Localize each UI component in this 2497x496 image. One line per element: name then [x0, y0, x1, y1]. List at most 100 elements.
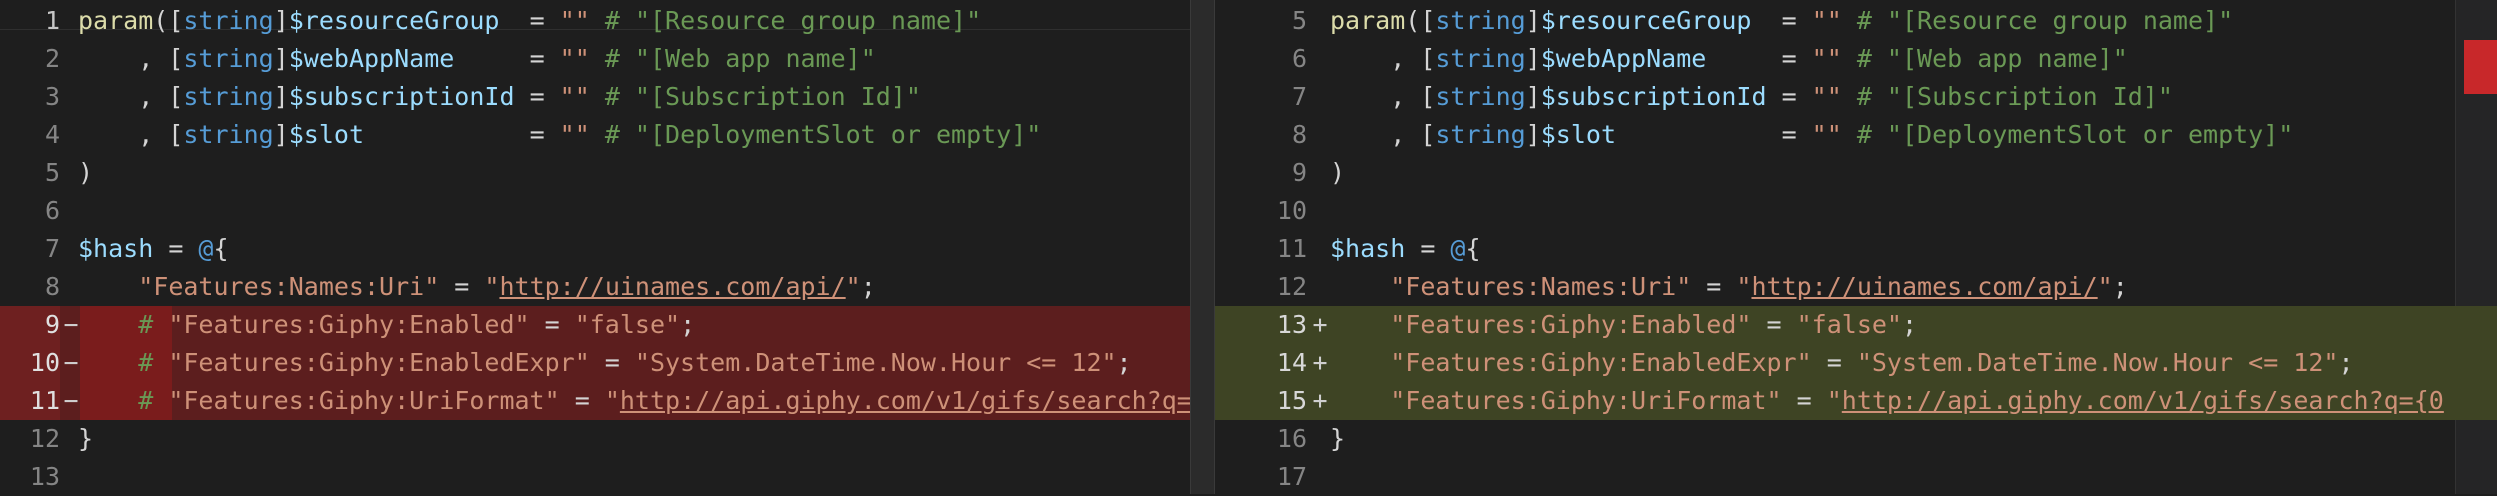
- code-text: , [string]$subscriptionId = "" # "[Subsc…: [1330, 78, 2173, 116]
- code-line[interactable]: 11 $hash = @{: [1215, 230, 2497, 268]
- code-token: "false": [1796, 310, 1902, 339]
- code-token: string: [1435, 120, 1526, 149]
- code-token: #: [78, 310, 169, 339]
- line-number: 3: [44, 82, 60, 111]
- line-number: 1: [44, 6, 60, 35]
- code-line[interactable]: 6: [0, 192, 1190, 230]
- code-token: param: [1330, 6, 1406, 35]
- code-line[interactable]: 16}: [1215, 420, 2497, 458]
- code-line[interactable]: 9): [1215, 154, 2497, 192]
- code-token: @: [198, 234, 214, 263]
- code-token: "Features:Giphy:UriFormat": [168, 386, 560, 415]
- code-token: , [: [1330, 44, 1436, 73]
- code-token: ]: [273, 44, 289, 73]
- code-text: , [string]$slot = "" # "[DeploymentSlot …: [1330, 116, 2293, 154]
- code-token: =: [1751, 310, 1797, 339]
- code-token: =: [1811, 348, 1857, 377]
- code-token: # "[Subscription Id]": [589, 82, 921, 111]
- code-token: "false": [574, 310, 681, 339]
- code-token: # "[Web app name]": [589, 44, 876, 73]
- added-line[interactable]: 14 + "Features:Giphy:EnabledExpr" = "Syst…: [1215, 344, 2497, 382]
- code-line[interactable]: 8 , [string]$slot = "" # "[DeploymentSlo…: [1215, 116, 2497, 154]
- deleted-line[interactable]: 9− # "Features:Giphy:Enabled" = "false";: [0, 306, 1190, 344]
- code-token: , [: [78, 120, 184, 149]
- code-token: #: [78, 348, 169, 377]
- code-token: #: [78, 386, 169, 415]
- code-token: "": [559, 44, 590, 73]
- code-token: {: [213, 234, 229, 263]
- code-text: # "Features:Giphy:EnabledExpr" = "System…: [78, 344, 1131, 382]
- code-text: "Features:Giphy:EnabledExpr" = "System.D…: [1330, 344, 2354, 382]
- code-token: "": [559, 82, 590, 111]
- added-line[interactable]: 15 + "Features:Giphy:UriFormat" = "http:/…: [1215, 382, 2497, 420]
- code-token: param: [78, 6, 154, 35]
- line-number: 10: [1276, 196, 1307, 225]
- code-text: , [string]$slot = "" # "[DeploymentSlot …: [78, 116, 1041, 154]
- line-number: 5: [44, 158, 60, 187]
- code-token: "": [1811, 44, 1842, 73]
- code-token: string: [183, 6, 274, 35]
- code-line[interactable]: 17: [1215, 458, 2497, 496]
- code-token: ;: [860, 272, 876, 301]
- code-token: # "[Resource group name]": [589, 6, 982, 35]
- code-token: "Features:Names:Uri": [138, 272, 440, 301]
- added-line[interactable]: 13 + "Features:Giphy:Enabled" = "false";: [1215, 306, 2497, 344]
- diff-pane-splitter[interactable]: [1190, 0, 1215, 494]
- code-token: $slot: [288, 120, 364, 149]
- line-number: 7: [44, 234, 60, 263]
- code-token: http://api.giphy.com/v1/gifs/search?q={0: [1841, 386, 2444, 415]
- code-line[interactable]: 4 , [string]$slot = "" # "[DeploymentSlo…: [0, 116, 1190, 154]
- code-token: }: [78, 424, 94, 453]
- code-token: string: [183, 82, 274, 111]
- line-number: 9: [0, 306, 60, 344]
- code-line[interactable]: 5 param([string]$resourceGroup = "" # "[R…: [1215, 2, 2497, 40]
- code-token: =: [364, 120, 560, 149]
- code-line[interactable]: 5): [0, 154, 1190, 192]
- code-line[interactable]: 2 , [string]$webAppName = "" # "[Web app…: [0, 40, 1190, 78]
- line-number: 12: [29, 424, 60, 453]
- diff-editor-original[interactable]: 1 param([string]$resourceGroup = "" # "[R…: [0, 0, 1192, 496]
- code-text: , [string]$webAppName = "" # "[Web app n…: [78, 40, 876, 78]
- code-token: ": [1826, 386, 1842, 415]
- code-line[interactable]: 12}: [0, 420, 1190, 458]
- code-token: @: [1450, 234, 1466, 263]
- code-token: =: [153, 234, 199, 263]
- code-token: $webAppName: [288, 44, 455, 73]
- code-token: ]: [273, 82, 289, 111]
- code-line[interactable]: 3 , [string]$subscriptionId = "" # "[Sub…: [0, 78, 1190, 116]
- deleted-line[interactable]: 11− # "Features:Giphy:UriFormat" = "http…: [0, 382, 1192, 420]
- code-text: , [string]$subscriptionId = "" # "[Subsc…: [78, 78, 921, 116]
- code-text: "Features:Names:Uri" = "http://uinames.c…: [1330, 268, 2128, 306]
- code-line[interactable]: 13: [0, 458, 1190, 496]
- code-line[interactable]: 12 "Features:Names:Uri" = "http://uiname…: [1215, 268, 2497, 306]
- code-text: }: [1330, 420, 1345, 458]
- line-number: 13: [29, 462, 60, 491]
- code-line[interactable]: 8 "Features:Names:Uri" = "http://uinames…: [0, 268, 1190, 306]
- code-token: http://api.giphy.com/v1/gifs/search?q=: [619, 386, 1192, 415]
- deleted-line[interactable]: 10− # "Features:Giphy:EnabledExpr" = "Sy…: [0, 344, 1190, 382]
- code-token: "Features:Giphy:Enabled": [1390, 310, 1752, 339]
- code-token: $hash: [1330, 234, 1406, 263]
- diff-editor-modified[interactable]: 5 param([string]$resourceGroup = "" # "[R…: [1215, 0, 2497, 494]
- code-token: =: [1616, 120, 1812, 149]
- code-token: =: [1751, 6, 1812, 35]
- code-line[interactable]: 10: [1215, 192, 2497, 230]
- code-token: ): [78, 158, 94, 187]
- plus-icon: +: [1312, 310, 1328, 339]
- code-token: http://uinames.com/api/: [499, 272, 846, 301]
- code-line[interactable]: 6 , [string]$webAppName = "" # "[Web app…: [1215, 40, 2497, 78]
- code-line[interactable]: 7 $hash = @{: [0, 230, 1190, 268]
- code-token: ]: [273, 6, 289, 35]
- code-line[interactable]: 1 param([string]$resourceGroup = "" # "[R…: [0, 2, 1190, 40]
- code-text: "Features:Giphy:UriFormat" = "http://api…: [1330, 382, 2444, 420]
- code-token: # "[Subscription Id]": [1841, 82, 2173, 111]
- code-text: param([string]$resourceGroup = "" # "[Re…: [78, 2, 981, 40]
- code-token: http://uinames.com/api/: [1751, 272, 2098, 301]
- code-token: "Features:Giphy:UriFormat": [1390, 386, 1782, 415]
- line-number: 8: [44, 272, 60, 301]
- code-line[interactable]: 7 , [string]$subscriptionId = "" # "[Sub…: [1215, 78, 2497, 116]
- plus-icon: +: [1312, 348, 1328, 377]
- code-token: ;: [2338, 348, 2354, 377]
